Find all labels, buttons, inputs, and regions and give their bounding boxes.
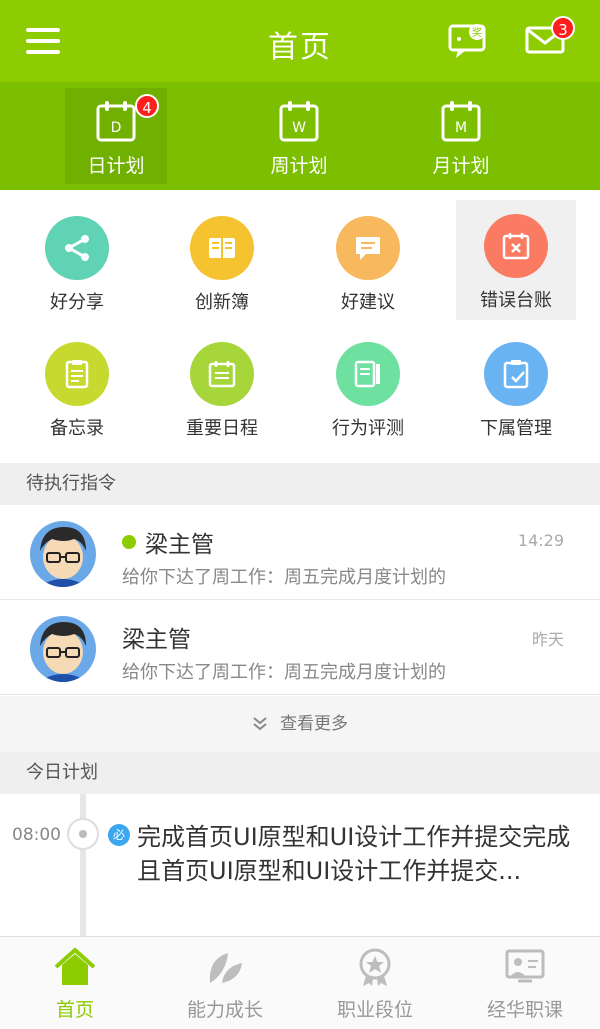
share-icon [45,216,109,280]
grid-evaluation-label: 行为评测 [332,418,404,439]
avatar [30,521,96,587]
tab-course-label: 经华职课 [486,999,563,1021]
award-chat-icon[interactable]: 奖 [448,24,488,58]
message-preview: 给你下达了周工作：周五完成月度计划的 [122,662,446,683]
evaluation-icon [336,342,400,406]
tab-growth-label: 能力成长 [186,999,263,1021]
grid-schedule[interactable]: 重要日程 [162,328,282,448]
classroom-icon [505,949,545,983]
task-text[interactable]: 完成首页UI原型和UI设计工作并提交完成且首页UI原型和UI设计工作并提交... [137,820,583,888]
week-letter: W [292,120,306,136]
grid-innovation-book[interactable]: 创新簿 [162,202,282,322]
timeline-line [80,794,86,936]
avatar [30,616,96,682]
grid-subordinate-label: 下属管理 [480,418,552,439]
tab-course[interactable]: 经华职课 [450,937,600,1029]
grid-subordinate[interactable]: 下属管理 [456,328,576,448]
required-tag: 必 [108,824,130,846]
grid-error-ledger-label: 错误台账 [480,290,552,311]
schedule-icon [190,342,254,406]
message-time: 昨天 [531,630,564,649]
tab-week-plan[interactable]: W 周计划 [248,88,350,184]
bottom-tab-bar: 首页 能力成长 职业段位 经华职课 [0,936,600,1029]
day-letter: D [111,120,122,136]
today-section-title: 今日计划 [0,752,600,794]
tab-rank-label: 职业段位 [336,999,413,1021]
tab-home-label: 首页 [55,999,94,1021]
medal-icon [359,948,391,986]
comment-icon [336,216,400,280]
error-calendar-icon [484,214,548,278]
tab-week-plan-label: 周计划 [270,155,328,177]
view-more-label: 查看更多 [280,714,348,734]
message-sender: 梁主管 [122,627,191,653]
tab-day-plan[interactable]: D 4 日计划 [65,88,167,184]
double-chevron-down-icon [253,717,267,731]
message-row[interactable]: 梁主管 14:29 给你下达了周工作：周五完成月度计划的 [0,505,600,600]
book-icon [190,216,254,280]
message-time: 14:29 [517,531,564,550]
chat-glyph: 奖 [472,26,482,39]
task-time: 08:00 [12,825,61,845]
message-preview: 给你下达了周工作：周五完成月度计划的 [122,567,446,588]
tab-growth[interactable]: 能力成长 [150,937,300,1029]
home-icon [54,947,96,985]
page-title: 首页 [268,30,332,65]
mail-icon[interactable]: 3 [525,16,575,56]
month-letter: M [455,120,467,136]
leaf-icon [209,953,242,983]
message-sender: 梁主管 [145,532,214,558]
unread-dot [122,535,136,549]
grid-error-ledger[interactable]: 错误台账 [456,200,576,320]
memo-icon [45,342,109,406]
grid-suggestion[interactable]: 好建议 [308,202,428,322]
mail-badge: 3 [551,16,575,40]
tab-rank[interactable]: 职业段位 [300,937,450,1029]
grid-memo[interactable]: 备忘录 [17,328,137,448]
grid-share[interactable]: 好分享 [17,202,137,322]
grid-schedule-label: 重要日程 [186,418,258,439]
grid-innovation-book-label: 创新簿 [195,292,249,313]
grid-suggestion-label: 好建议 [341,292,395,313]
subordinate-icon [484,342,548,406]
tab-day-plan-label: 日计划 [87,155,145,177]
tab-home[interactable]: 首页 [0,937,150,1029]
plan-tabs: D 4 日计划 W 周计划 M 月计划 [0,82,600,190]
grid-share-label: 好分享 [50,292,104,313]
week-calendar-icon: W [279,101,319,142]
month-calendar-icon: M [441,101,481,142]
top-bar: 首页 奖 3 [0,0,600,82]
grid-evaluation[interactable]: 行为评测 [308,328,428,448]
message-row[interactable]: 梁主管 昨天 给你下达了周工作：周五完成月度计划的 [0,600,600,695]
day-calendar-icon: D [96,101,136,142]
pending-section-title: 待执行指令 [0,463,600,505]
tab-month-plan[interactable]: M 月计划 [410,88,512,184]
view-more-button[interactable]: 查看更多 [0,696,600,752]
day-plan-badge: 4 [135,94,159,118]
timeline-node [67,818,99,850]
grid-memo-label: 备忘录 [50,418,104,439]
tab-month-plan-label: 月计划 [432,155,490,177]
